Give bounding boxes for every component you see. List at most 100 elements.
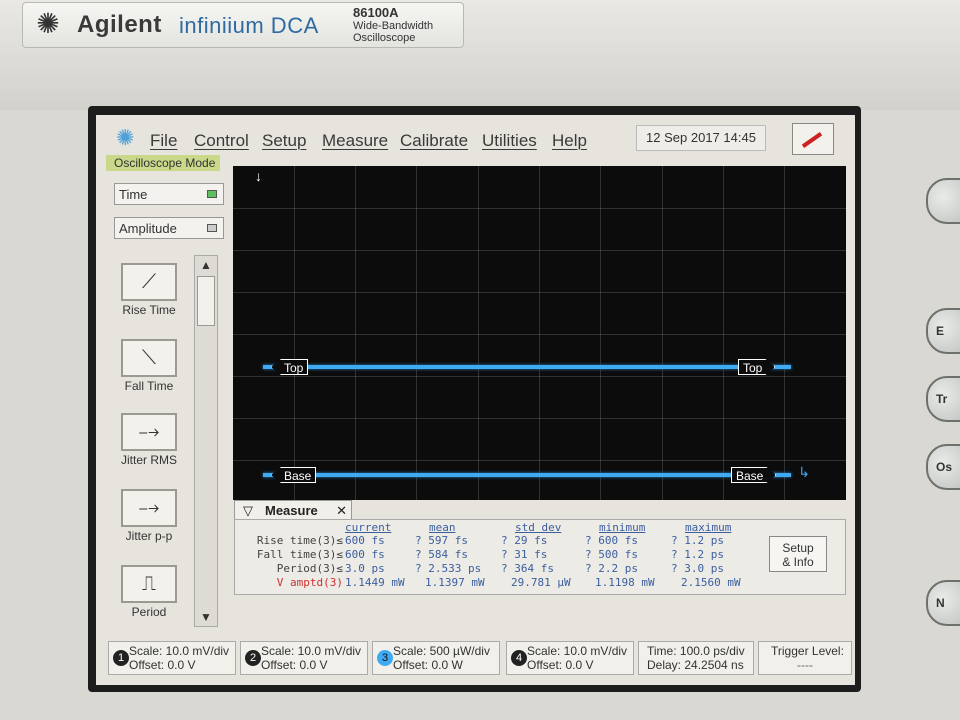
channel-3-icon: 3 [377,650,393,666]
row-max: ? 1.2 ps [671,548,724,561]
period-icon[interactable]: ⎍ [121,565,177,603]
setup-label: Setup [782,541,814,555]
front-panel-button-2[interactable]: E [926,308,960,354]
model-number: 86100A [353,5,399,20]
brand-name: Agilent [77,11,162,38]
jitter-rms-tool[interactable]: ⤍ Jitter RMS [114,413,184,467]
row-label: Rise time(3)≤ [256,534,343,547]
measurement-row[interactable]: Period(3)≤ 3.0 ps ? 2.533 ps ? 364 fs ? … [235,562,765,576]
menu-help[interactable]: Help [552,131,587,151]
row-std: ? 31 fs [501,548,548,561]
menu-utilities[interactable]: Utilities [482,131,537,151]
setup-info-button[interactable]: Setup & Info [769,536,827,572]
tool-scrollbar[interactable]: ▲ ▼ [194,255,218,627]
grid-line [723,166,724,500]
grid-line [662,166,663,500]
rise-time-tool[interactable]: ⟋ Rise Time [114,263,184,317]
jitter-pp-label: Jitter p-p [125,529,173,543]
header-std-dev: std dev [515,521,562,534]
measurement-row[interactable]: Rise time(3)≤ 600 fs ? 597 fs ? 29 fs ? … [235,534,765,548]
channel-1-scale: Scale: 10.0 mV/div [129,644,230,658]
collapse-chevron-icon[interactable]: ▽ [243,501,253,521]
menu-file[interactable]: File [150,131,177,151]
channel-1-box[interactable]: 1 Scale: 10.0 mV/div Offset: 0.0 V [108,641,236,675]
grid-line [355,166,356,500]
channel-3-box[interactable]: 3 Scale: 500 µW/div Offset: 0.0 W [372,641,500,675]
trigger-level-value: ---- [797,658,813,672]
waveform-display[interactable]: ↓ Top Top Base Base ↳ [233,166,846,500]
row-label: Fall time(3)≤ [256,548,343,561]
grid-line [784,166,785,500]
agilent-logo-icon: ✺ [36,8,60,39]
front-panel-button-5[interactable]: N [926,580,960,626]
instrument-bezel: ✺ Agilent infiniium DCA 86100A Wide-Band… [0,0,960,110]
menu-setup[interactable]: Setup [262,131,306,151]
timebase-delay: Delay: 24.2504 ns [647,658,744,672]
scroll-thumb[interactable] [197,276,215,326]
period-tool[interactable]: ⎍ Period [114,565,184,619]
menu-control[interactable]: Control [194,131,249,151]
scope-screen: ✺ File Control Setup Measure Calibrate U… [96,115,855,685]
close-icon[interactable]: ✕ [336,501,347,521]
date-time-display: 12 Sep 2017 14:45 [636,125,766,151]
channel-2-box[interactable]: 2 Scale: 10.0 mV/div Offset: 0.0 V [240,641,368,675]
menu-calibrate[interactable]: Calibrate [400,131,468,151]
row-current: 1.1449 mW [345,576,405,589]
jitter-pp-tool[interactable]: ⤍ Jitter p-p [114,489,184,543]
channel-2-offset: Offset: 0.0 V [261,658,328,672]
jitter-pp-icon[interactable]: ⤍ [121,489,177,527]
channel-4-box[interactable]: 4 Scale: 10.0 mV/div Offset: 0.0 V [506,641,634,675]
measurement-row[interactable]: V amptd(3) 1.1449 mW 1.1397 mW 29.781 µW… [235,576,765,590]
front-panel-button-3[interactable]: Tr [926,376,960,422]
grid-line [478,166,479,500]
grid-line [233,376,846,377]
rise-time-icon[interactable]: ⟋ [121,263,177,301]
channel-2-scale: Scale: 10.0 mV/div [261,644,362,658]
front-panel-button-4[interactable]: Os [926,444,960,490]
row-std: ? 29 fs [501,534,548,547]
menu-measure[interactable]: Measure [322,131,388,151]
row-min: ? 500 fs [585,548,638,561]
front-panel-button-1[interactable] [926,178,960,224]
fall-time-tool[interactable]: ⟍ Fall Time [114,339,184,393]
jitter-rms-icon[interactable]: ⤍ [121,413,177,451]
row-min: ? 600 fs [585,534,638,547]
scope-status-icon[interactable] [792,123,834,155]
base-marker-right[interactable]: Base [731,467,776,483]
grid-line [600,166,601,500]
top-marker-right[interactable]: Top [738,359,775,375]
scroll-down-icon[interactable]: ▼ [195,608,217,626]
row-mean: 1.1397 mW [425,576,485,589]
product-name: infiniium DCA [179,13,319,38]
measure-tab[interactable]: ▽ Measure ✕ [234,500,352,520]
grid-line [294,166,295,500]
grid-line [416,166,417,500]
row-max: ? 3.0 ps [671,562,724,575]
row-std: 29.781 µW [511,576,571,589]
model-desc-line2: Oscilloscope [353,32,416,44]
measurement-row[interactable]: Fall time(3)≤ 600 fs ? 584 fs ? 31 fs ? … [235,548,765,562]
channel-marker-icon: ↳ [798,464,810,480]
top-marker-left[interactable]: Top [271,359,309,375]
base-marker-left[interactable]: Base [271,467,317,483]
measure-tab-label: Measure [265,503,318,518]
base-level-trace [263,473,791,477]
dropdown-indicator-icon [207,190,217,198]
row-mean: ? 597 fs [415,534,468,547]
grid-line [233,208,846,209]
trigger-box[interactable]: Trigger Level: ---- [758,641,852,675]
timebase-box[interactable]: Time: 100.0 ps/div Delay: 24.2504 ns [638,641,754,675]
scroll-up-icon[interactable]: ▲ [195,256,217,274]
measurement-category-dropdown[interactable]: Time [114,183,224,205]
jitter-rms-label: Jitter RMS [120,453,177,467]
grid-line [539,166,540,500]
grid-line [233,292,846,293]
row-current: 600 fs [345,548,385,561]
grid-line [233,334,846,335]
channel-2-icon: 2 [245,650,261,666]
amplitude-dropdown[interactable]: Amplitude [114,217,224,239]
fall-time-icon[interactable]: ⟍ [121,339,177,377]
row-min: 1.1198 mW [595,576,655,589]
header-mean: mean [429,521,456,534]
model-desc-line1: Wide-Bandwidth [353,20,434,32]
